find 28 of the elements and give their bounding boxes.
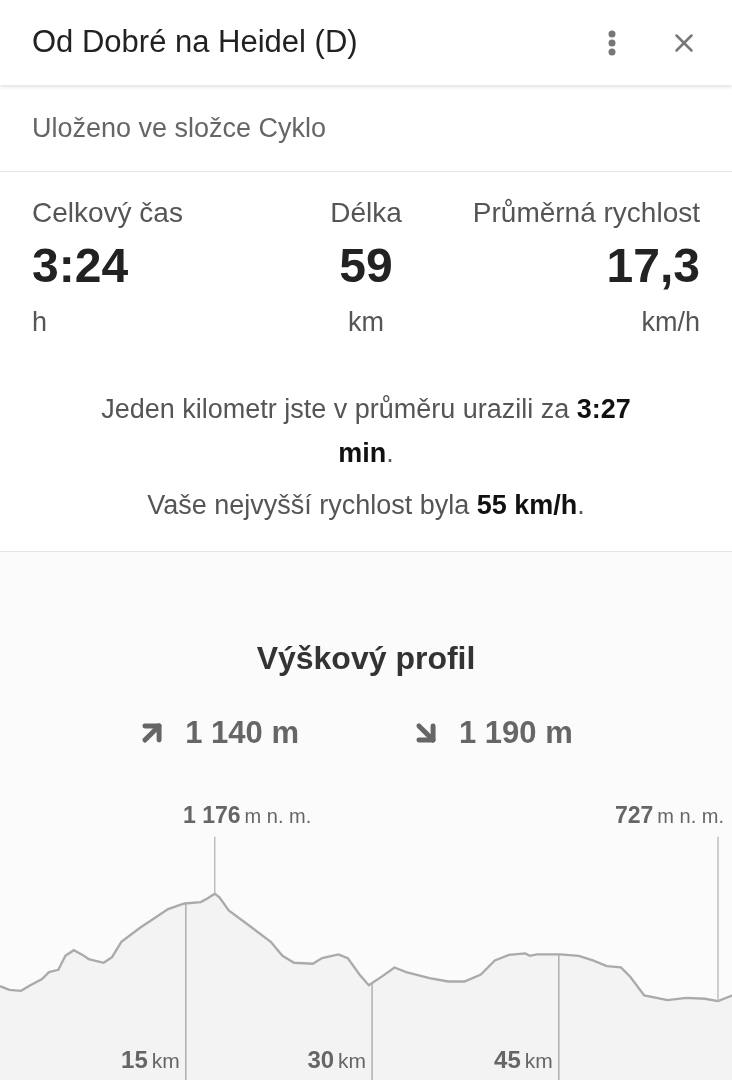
marker-line [214, 836, 216, 895]
stat-label: Celkový čas [32, 196, 183, 230]
distance-unit: km [338, 1048, 367, 1074]
ascent-value: 1 140 m [185, 713, 299, 752]
distance-value: 30 [307, 1045, 335, 1075]
folder-label: Uloženo ve složce Cyklo [32, 111, 327, 145]
altitude-value: 727 [614, 801, 654, 830]
stat-unit: h [32, 306, 48, 339]
summary-sentence: Vaše nejvyšší rychlost byla 55 km/h. [147, 488, 585, 522]
stat-unit: km [348, 306, 384, 339]
stat-value: 59 [339, 238, 393, 294]
descent-value: 1 190 m [459, 713, 573, 752]
distance-value: 15 [121, 1045, 148, 1075]
stat-label: Průměrná rychlost [472, 196, 700, 230]
altitude-unit: m n. m. [657, 804, 724, 829]
stat-value: 3:24 [32, 238, 129, 294]
stat-unit: km/h [641, 306, 700, 339]
summary-sentence: Jeden kilometr jste v průměru urazili za 3:27 min. [100, 392, 632, 470]
distance-unit: km [524, 1048, 553, 1074]
altitude-value: 1 176 [183, 801, 241, 830]
section-title: Výškový profil [255, 638, 477, 678]
distance-value: 45 [494, 1045, 521, 1075]
route-title: Od Dobré na Heidel (D) [32, 23, 359, 62]
distance-unit: km [151, 1048, 180, 1074]
stat-value: 17,3 [606, 238, 700, 294]
more-options-icon [608, 29, 616, 56]
altitude-unit: m n. m. [244, 804, 312, 829]
stat-label: Délka [330, 196, 402, 230]
